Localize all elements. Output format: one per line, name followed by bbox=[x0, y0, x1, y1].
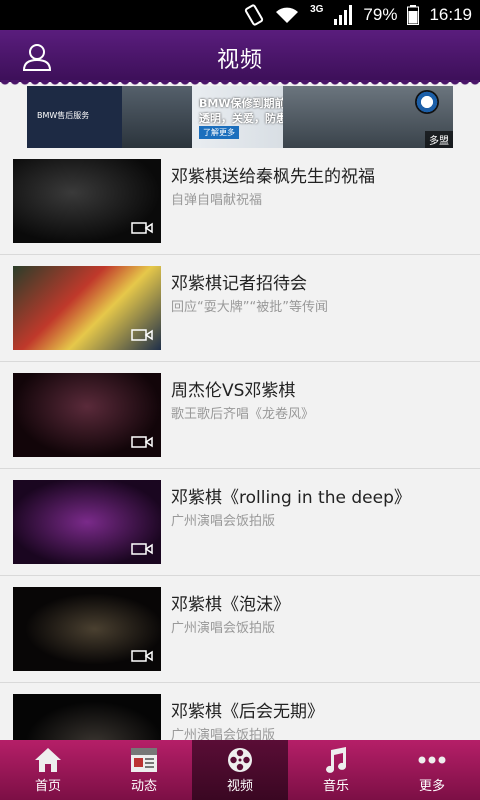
tab-music[interactable]: 音乐 bbox=[288, 740, 384, 800]
video-title: 邓紫棋《rolling in the deep》 bbox=[171, 488, 411, 508]
home-icon bbox=[35, 748, 61, 772]
video-thumbnail[interactable] bbox=[13, 587, 161, 671]
video-item[interactable]: 邓紫棋送给秦枫先生的祝福 自弹自唱献祝福 bbox=[0, 148, 480, 255]
bmw-logo-icon bbox=[415, 90, 439, 114]
ad-banner[interactable]: BMW售后服务 BMW保修到期前免费检测。 透明，关爱，防患未然。 了解更多 多… bbox=[27, 86, 453, 148]
clock: 16:19 bbox=[429, 5, 472, 24]
page-title: 视频 bbox=[216, 48, 263, 73]
video-title: 邓紫棋《泡沫》 bbox=[171, 595, 290, 615]
video-camera-icon bbox=[131, 222, 153, 234]
tab-label: 视频 bbox=[226, 779, 253, 794]
video-subtitle: 回应“耍大牌”“被批”等传闻 bbox=[171, 300, 328, 315]
ad-person-image bbox=[122, 86, 192, 148]
signal-icon bbox=[334, 5, 353, 25]
video-subtitle: 广州演唱会饭拍版 bbox=[171, 621, 276, 636]
tab-label: 动态 bbox=[130, 779, 157, 794]
video-subtitle: 歌王歌后齐唱《龙卷风》 bbox=[171, 407, 315, 422]
ad-left-text: BMW售后服务 bbox=[37, 111, 90, 120]
video-list: 邓紫棋送给秦枫先生的祝福 自弹自唱献祝福 邓紫棋记者招待会 回应“耍大牌”“被批… bbox=[0, 148, 480, 790]
video-camera-icon bbox=[131, 436, 153, 448]
battery-percent: 79% bbox=[363, 5, 398, 24]
ad-brand-panel: BMW售后服务 bbox=[27, 86, 122, 148]
video-thumbnail[interactable] bbox=[13, 266, 161, 350]
ad-network-tag: 多盟 bbox=[425, 131, 453, 148]
ad-learn-more-button[interactable]: 了解更多 bbox=[199, 126, 239, 139]
bottom-tab-bar: 首页 动态 视频 音乐 更多 bbox=[0, 740, 480, 800]
tab-label: 首页 bbox=[34, 779, 61, 794]
tab-more[interactable]: 更多 bbox=[384, 740, 480, 800]
tab-label: 音乐 bbox=[322, 779, 349, 794]
film-reel-icon bbox=[228, 748, 252, 772]
video-item[interactable]: 邓紫棋记者招待会 回应“耍大牌”“被批”等传闻 bbox=[0, 255, 480, 362]
music-note-icon bbox=[326, 747, 347, 773]
video-subtitle: 自弹自唱献祝福 bbox=[171, 193, 263, 208]
video-item[interactable]: 周杰伦VS邓紫棋 歌王歌后齐唱《龙卷风》 bbox=[0, 362, 480, 469]
network-type: 3G bbox=[310, 4, 324, 15]
video-title: 周杰伦VS邓紫棋 bbox=[171, 381, 296, 401]
video-title: 邓紫棋《后会无期》 bbox=[171, 702, 324, 722]
video-title: 邓紫棋记者招待会 bbox=[171, 274, 307, 294]
video-title: 邓紫棋送给秦枫先生的祝福 bbox=[171, 167, 375, 187]
tab-home[interactable]: 首页 bbox=[0, 740, 96, 800]
tab-label: 更多 bbox=[418, 779, 445, 794]
video-camera-icon bbox=[131, 543, 153, 555]
screen-rotate-icon bbox=[244, 4, 264, 26]
video-subtitle: 广州演唱会饭拍版 bbox=[171, 514, 276, 529]
video-item[interactable]: 邓紫棋《rolling in the deep》 广州演唱会饭拍版 bbox=[0, 469, 480, 576]
news-icon bbox=[131, 748, 157, 772]
tab-video[interactable]: 视频 bbox=[192, 740, 288, 800]
wifi-icon bbox=[276, 7, 299, 23]
video-camera-icon bbox=[131, 650, 153, 662]
battery-icon bbox=[407, 5, 420, 25]
video-camera-icon bbox=[131, 329, 153, 341]
video-thumbnail[interactable] bbox=[13, 159, 161, 243]
video-thumbnail[interactable] bbox=[13, 480, 161, 564]
video-item[interactable]: 邓紫棋《泡沫》 广州演唱会饭拍版 bbox=[0, 576, 480, 683]
more-dots-icon bbox=[418, 756, 446, 764]
app-header: 视频 bbox=[0, 30, 480, 82]
tab-news[interactable]: 动态 bbox=[96, 740, 192, 800]
video-thumbnail[interactable] bbox=[13, 373, 161, 457]
status-bar: 3G 79% 16:19 bbox=[0, 0, 480, 30]
